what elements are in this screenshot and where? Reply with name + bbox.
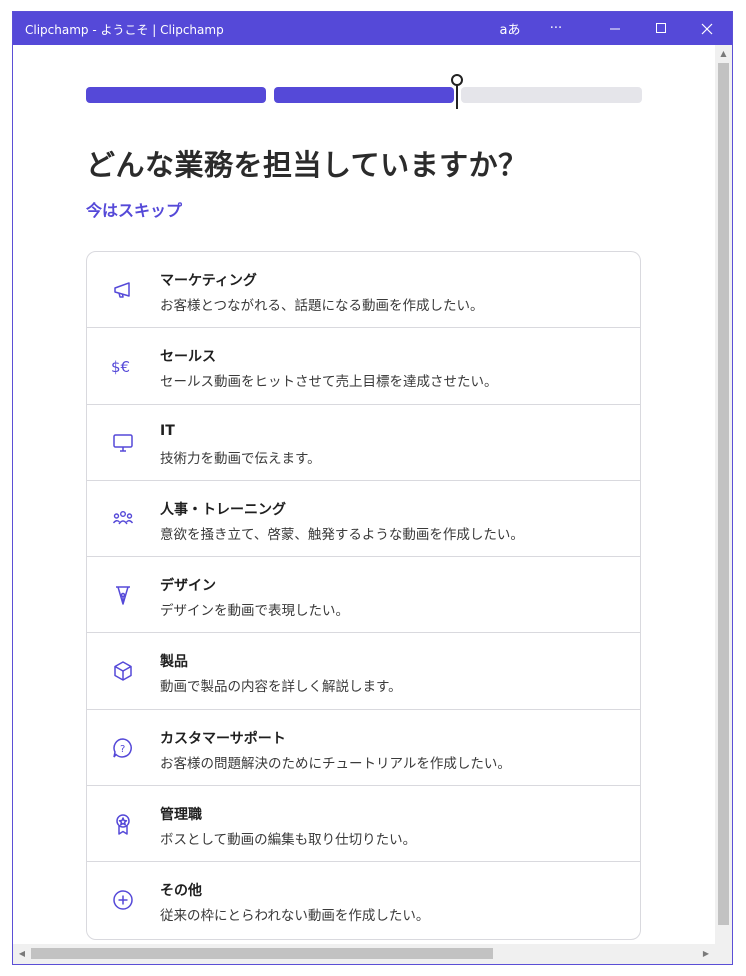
svg-text:?: ? <box>120 744 125 755</box>
more-icon: ··· <box>549 21 563 36</box>
maximize-icon <box>655 23 666 33</box>
role-option-product[interactable]: 製品 動画で製品の内容を詳しく解説します。 <box>87 633 640 710</box>
role-description: デザインを動画で表現したい。 <box>160 603 349 620</box>
more-options-button[interactable]: ··· <box>533 12 579 45</box>
minimize-icon <box>609 28 620 30</box>
progress-marker-icon <box>451 74 463 86</box>
window-title: Clipchamp - ようこそ | Clipchamp <box>25 23 224 37</box>
currency-icon: $€ <box>111 354 135 378</box>
people-icon <box>111 507 135 531</box>
role-description: 技術力を動画で伝えます。 <box>160 450 321 467</box>
role-description: ボスとして動画の編集も取り仕切りたい。 <box>160 832 417 849</box>
title-bar: Clipchamp - ようこそ | Clipchamp aあ ··· <box>13 12 732 45</box>
onboarding-content: どんな業務を担当していますか？ 今はスキップ マーケティング お客様とつながれる… <box>13 45 715 944</box>
progress-step-2 <box>274 87 454 103</box>
font-button-label: aあ <box>499 23 521 38</box>
role-title: その他 <box>160 883 202 900</box>
scroll-right-icon[interactable]: ▶ <box>699 946 713 962</box>
page-title: どんな業務を担当していますか？ <box>86 148 528 182</box>
role-description: 意欲を掻き立て、啓蒙、触発するような動画を作成したい。 <box>160 526 524 543</box>
scrollbar-corner <box>715 944 732 964</box>
maximize-button[interactable] <box>638 12 684 45</box>
font-button[interactable]: aあ <box>487 12 533 45</box>
vertical-scroll-thumb[interactable] <box>718 63 729 925</box>
role-title: カスタマーサポート <box>160 730 286 747</box>
role-title: 管理職 <box>160 807 202 824</box>
plus-circle-icon <box>111 888 135 912</box>
horizontal-scroll-thumb[interactable] <box>31 948 493 959</box>
pen-nib-icon <box>111 583 135 607</box>
horizontal-scrollbar[interactable]: ◀ ▶ <box>13 944 715 964</box>
progress-step-1 <box>86 87 266 103</box>
box-icon <box>111 659 135 683</box>
close-icon <box>701 23 713 34</box>
role-title: セールス <box>160 349 216 366</box>
role-title: IT <box>160 422 175 439</box>
skip-link[interactable]: 今はスキップ <box>86 197 182 221</box>
role-option-marketing[interactable]: マーケティング お客様とつながれる、話題になる動画を作成したい。 <box>87 252 640 329</box>
role-option-design[interactable]: デザイン デザインを動画で表現したい。 <box>87 557 640 634</box>
minimize-button[interactable] <box>592 12 638 45</box>
role-title: デザイン <box>160 578 216 595</box>
role-list: マーケティング お客様とつながれる、話題になる動画を作成したい。 $€ セールス… <box>86 251 641 940</box>
role-option-other[interactable]: その他 従来の枠にとらわれない動画を作成したい。 <box>87 862 640 938</box>
role-description: 従来の枠にとらわれない動画を作成したい。 <box>160 908 430 925</box>
scroll-up-icon[interactable]: ▲ <box>715 45 732 62</box>
role-title: 製品 <box>160 654 188 671</box>
role-option-customer-support[interactable]: ? カスタマーサポート お客様の問題解決のためにチュートリアルを作成したい。 <box>87 710 640 787</box>
role-description: 動画で製品の内容を詳しく解説します。 <box>160 679 402 696</box>
megaphone-icon <box>111 278 135 302</box>
role-option-sales[interactable]: $€ セールス セールス動画をヒットさせて売上目標を達成させたい。 <box>87 328 640 405</box>
help-bubble-icon: ? <box>111 736 135 760</box>
award-ribbon-icon <box>111 812 135 836</box>
role-option-hr-training[interactable]: 人事・トレーニング 意欲を掻き立て、啓蒙、触発するような動画を作成したい。 <box>87 481 640 558</box>
vertical-scrollbar[interactable]: ▲ <box>715 45 732 944</box>
progress-step-3 <box>461 87 642 103</box>
app-window: Clipchamp - ようこそ | Clipchamp aあ ··· どんな業… <box>12 11 733 965</box>
role-option-it[interactable]: IT 技術力を動画で伝えます。 <box>87 405 640 481</box>
role-title: 人事・トレーニング <box>160 501 286 518</box>
close-button[interactable] <box>684 12 730 45</box>
monitor-icon <box>111 431 135 455</box>
scroll-left-icon[interactable]: ◀ <box>15 946 29 962</box>
svg-text:$€: $€ <box>111 358 130 376</box>
progress-bar <box>86 74 642 109</box>
role-description: お客様とつながれる、話題になる動画を作成したい。 <box>160 298 484 314</box>
role-option-management[interactable]: 管理職 ボスとして動画の編集も取り仕切りたい。 <box>87 786 640 863</box>
role-description: セールス動画をヒットさせて売上目標を達成させたい。 <box>160 374 498 391</box>
role-description: お客様の問題解決のためにチュートリアルを作成したい。 <box>160 755 511 772</box>
role-title: マーケティング <box>160 273 257 289</box>
